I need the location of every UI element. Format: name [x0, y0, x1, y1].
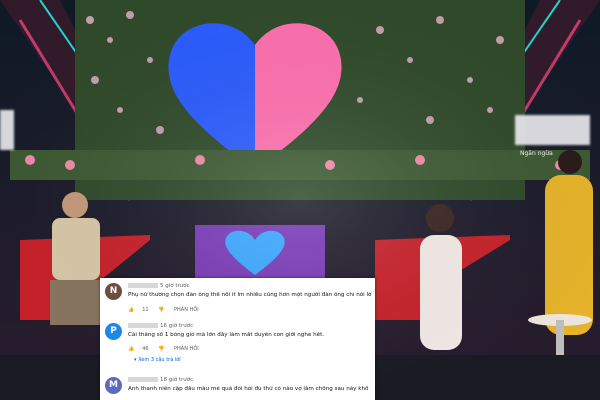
comment-time[interactable]: 16 giờ trước: [160, 323, 193, 329]
reply-button[interactable]: PHẢN HỒI: [174, 307, 199, 313]
dislike-icon[interactable]: 👎: [158, 346, 164, 352]
view-replies-link[interactable]: ▾ Xem 3 câu trả lời: [134, 357, 181, 363]
like-icon[interactable]: 👍: [128, 307, 134, 313]
dislike-icon[interactable]: 👎: [158, 307, 164, 313]
blurred-username[interactable]: [128, 323, 158, 328]
like-icon[interactable]: 👍: [128, 346, 134, 352]
stage-sign-text: Ngăn ngừa: [520, 150, 553, 157]
comment-meta: 5 giờ trước: [128, 283, 190, 289]
comment-text: Phụ nữ thường chọn đàn ông thế nổi ít lm…: [128, 292, 372, 298]
blurred-username[interactable]: [128, 377, 158, 382]
comment-actions: 👍 11 👎 PHẢN HỒI: [128, 307, 207, 313]
comment-time[interactable]: 18 giờ trước: [160, 377, 193, 383]
like-count: 46: [142, 346, 149, 352]
blurred-username[interactable]: [128, 283, 158, 288]
comment-section: N 5 giờ trước Phụ nữ thường chọn đàn ông…: [100, 278, 375, 400]
comment-text: Anh thanh niên cặp đầu màu mè quá đòi hỏ…: [128, 386, 369, 392]
comment-meta: 16 giờ trước: [128, 323, 193, 329]
avatar[interactable]: N: [105, 283, 122, 300]
avatar[interactable]: P: [105, 323, 122, 340]
comment-item: N 5 giờ trước Phụ nữ thường chọn đàn ông…: [100, 280, 375, 316]
comment-text: Cái thằng số 1 bóng gió mà lớn đây làm m…: [128, 332, 325, 338]
blurred-sign-left: [0, 110, 14, 150]
comment-item: P 16 giờ trước Cái thằng số 1 bóng gió m…: [100, 320, 375, 370]
comment-meta: 18 giờ trước: [128, 377, 193, 383]
comment-item: M 18 giờ trước Anh thanh niên cặp đầu mà…: [100, 374, 375, 400]
reply-button[interactable]: PHẢN HỒI: [174, 346, 199, 352]
comment-actions: 👍 46 👎 PHẢN HỒI: [128, 346, 207, 352]
comment-time[interactable]: 5 giờ trước: [160, 283, 190, 289]
avatar[interactable]: M: [105, 377, 122, 394]
blurred-sign-right: [515, 115, 590, 145]
like-count: 11: [142, 307, 149, 313]
